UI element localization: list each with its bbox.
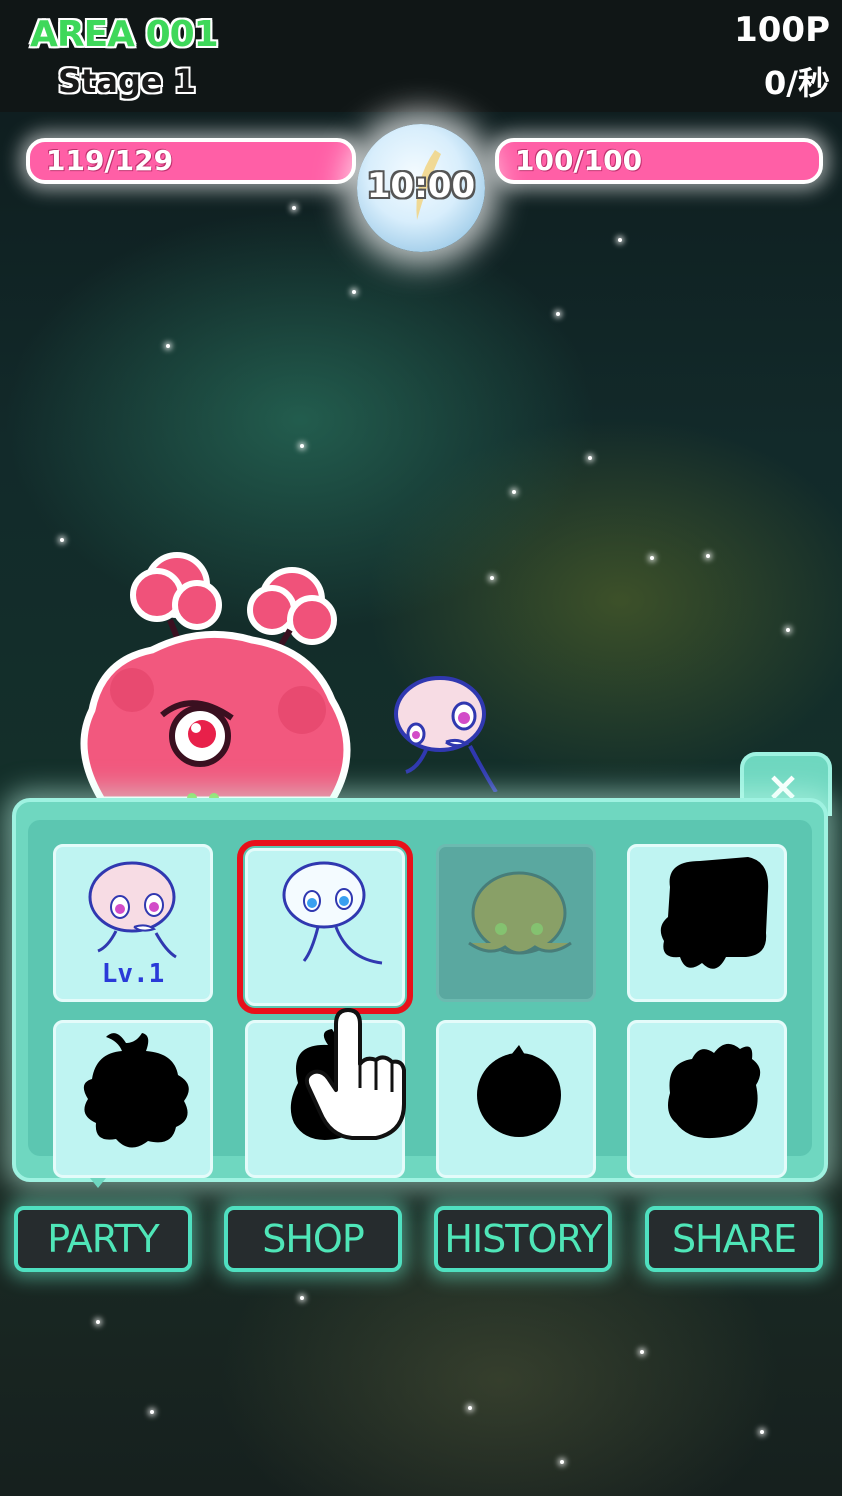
share-button[interactable]: SHARE bbox=[645, 1206, 823, 1272]
jellyfish-ally bbox=[394, 676, 498, 792]
silhouette-creature-icon bbox=[668, 1043, 761, 1139]
player-hp-text: 100/100 bbox=[515, 144, 643, 177]
blue-jellyfish-icon bbox=[282, 861, 383, 965]
party-slot-7-locked[interactable] bbox=[436, 1020, 596, 1178]
top-status-bar: AREA 001 Stage 1 100P 0/秒 bbox=[0, 0, 842, 112]
pointing-hand-icon bbox=[304, 1008, 406, 1140]
timer-text: 10:00 bbox=[366, 166, 476, 206]
stage-title: Stage 1 bbox=[58, 62, 196, 100]
slot-level-label: Lv.1 bbox=[101, 959, 165, 989]
silhouette-creature-icon bbox=[477, 1045, 561, 1137]
pink-jellyfish-icon bbox=[88, 861, 177, 959]
enemy-hp-text: 119/129 bbox=[46, 144, 174, 177]
party-slot-1[interactable]: Lv.1 bbox=[53, 844, 213, 1002]
party-slot-2-selected[interactable] bbox=[237, 840, 413, 1014]
area-title: AREA 001 bbox=[30, 14, 219, 55]
party-slot-3-unavailable[interactable] bbox=[436, 844, 596, 1002]
points-counter: 100P bbox=[734, 10, 830, 50]
party-slot-8-locked[interactable] bbox=[627, 1020, 787, 1178]
enemy-hp-bar: 119/129 bbox=[26, 138, 356, 184]
party-button[interactable]: PARTY bbox=[14, 1206, 192, 1272]
pink-fluffy-monster bbox=[80, 552, 351, 804]
player-hp-bar: 100/100 bbox=[495, 138, 823, 184]
party-slot-4-locked[interactable] bbox=[627, 844, 787, 1002]
points-per-second: 0/秒 bbox=[764, 64, 830, 102]
silhouette-creature-icon bbox=[660, 857, 769, 969]
shop-button[interactable]: SHOP bbox=[224, 1206, 402, 1272]
silhouette-creature-icon bbox=[83, 1033, 189, 1148]
octopus-icon bbox=[468, 871, 572, 955]
party-slot-5-locked[interactable] bbox=[53, 1020, 213, 1178]
history-button[interactable]: HISTORY bbox=[434, 1206, 612, 1272]
